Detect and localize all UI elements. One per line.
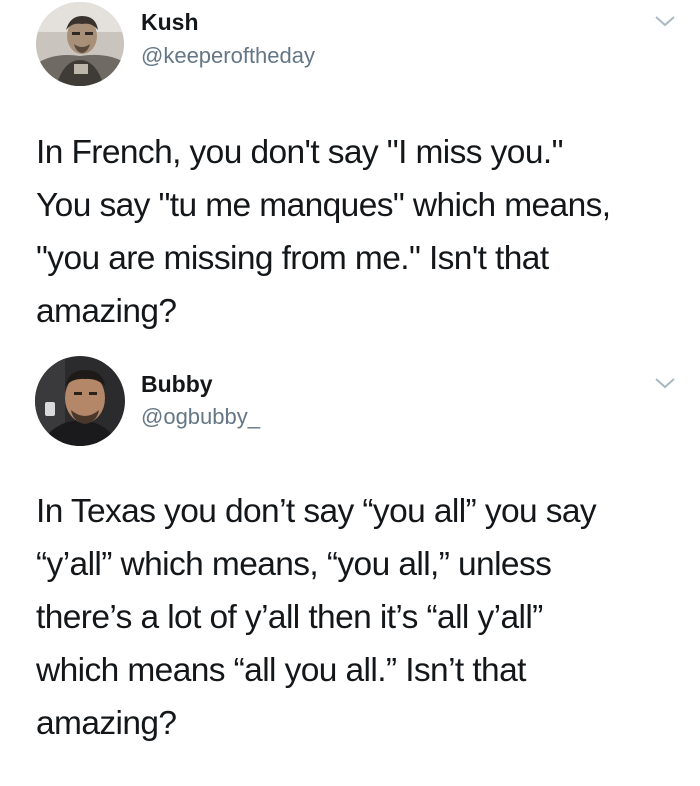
tweet: Bubby @ogbubby_ In Texas you don’t say “… (0, 340, 700, 786)
chevron-down-icon[interactable] (654, 14, 676, 28)
tweet-text: In French, you don't say "I miss you." Y… (36, 134, 611, 330)
avatar[interactable] (35, 356, 125, 446)
tweet-text: In Texas you don’t say “you all” you say… (36, 493, 597, 742)
display-name[interactable]: Bubby (141, 371, 213, 397)
user-photo-icon (36, 2, 124, 86)
user-handle[interactable]: @ogbubby_ (141, 404, 260, 430)
tweet: Kush @keeperoftheday In French, you don'… (0, 0, 700, 340)
display-name[interactable]: Kush (141, 9, 199, 35)
chevron-down-icon[interactable] (654, 376, 676, 390)
user-handle[interactable]: @keeperoftheday (141, 43, 315, 69)
user-photo-icon (35, 356, 125, 446)
avatar[interactable] (36, 2, 124, 86)
